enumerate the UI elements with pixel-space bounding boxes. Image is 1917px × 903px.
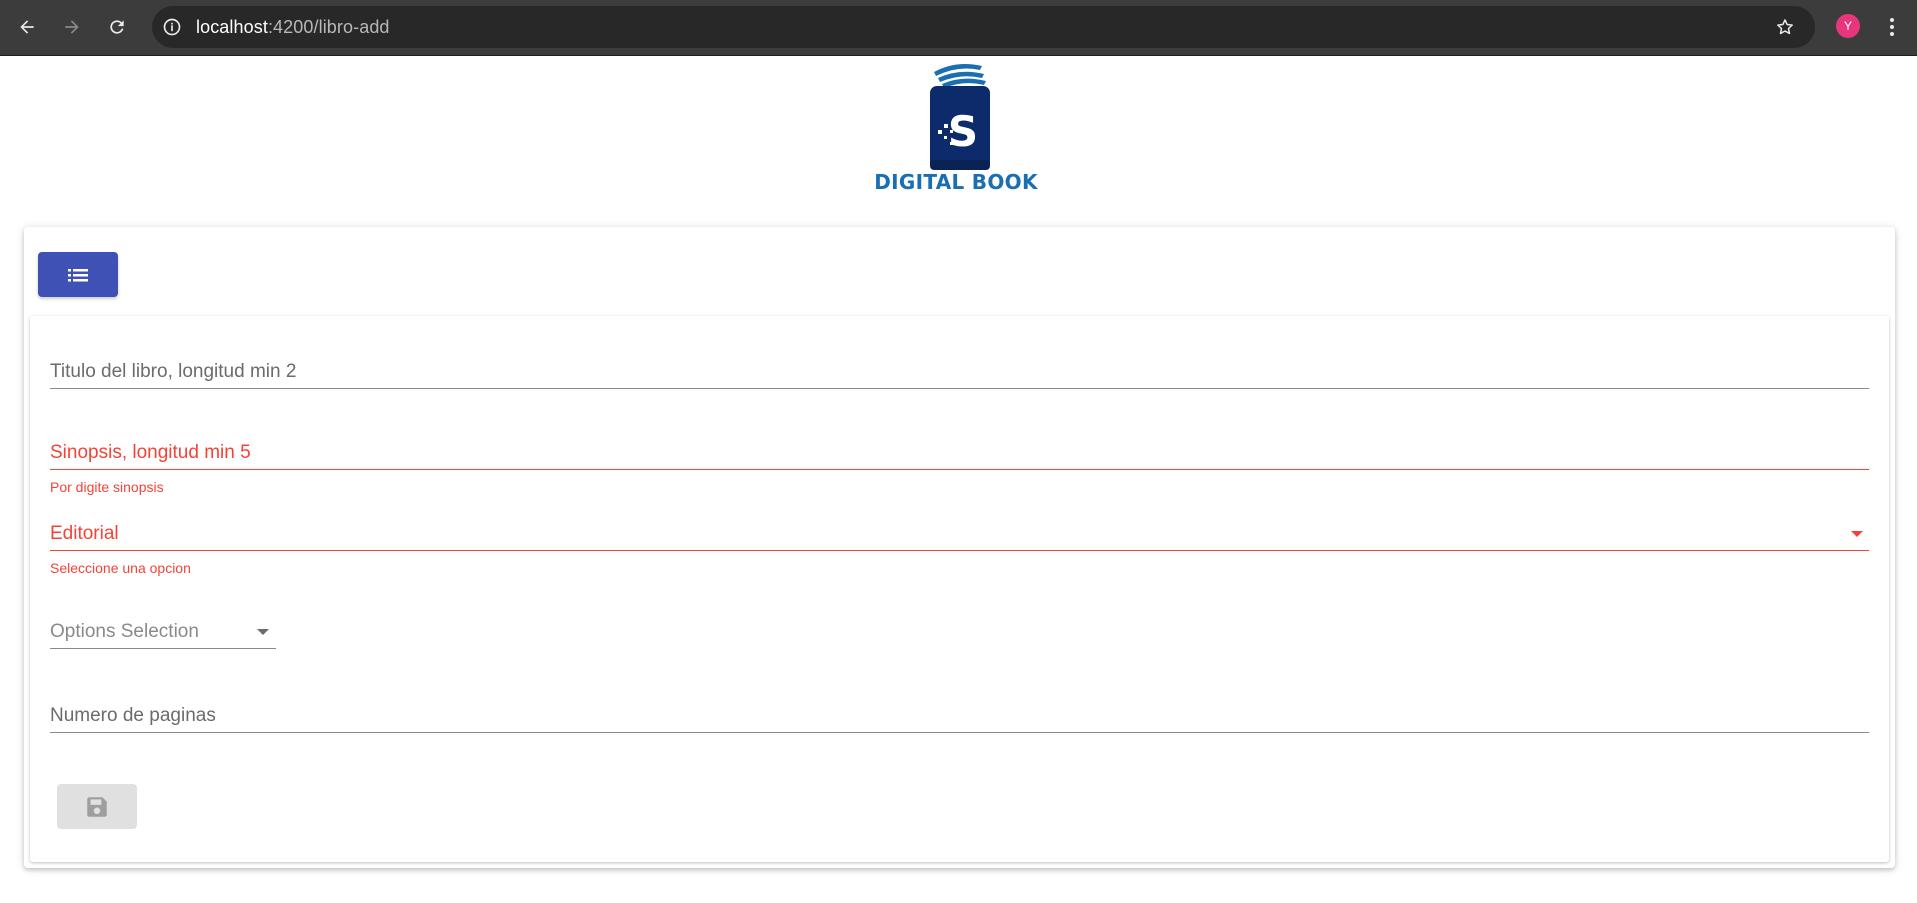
digital-book-logo: S DIGITAL BOOK xyxy=(866,60,1046,200)
editorial-underline xyxy=(50,550,1869,551)
profile-avatar[interactable]: Y xyxy=(1836,14,1860,38)
floppy-disk-icon xyxy=(87,796,107,817)
paginas-label: Numero de paginas xyxy=(50,705,216,726)
list-books-button[interactable] xyxy=(38,252,118,297)
options-select[interactable]: Options Selection xyxy=(50,614,276,654)
paginas-underline xyxy=(50,732,1869,733)
titulo-label: Titulo del libro, longitud min 2 xyxy=(50,361,297,382)
site-info-icon[interactable] xyxy=(162,17,182,37)
reload-icon xyxy=(110,20,124,34)
chevron-down-icon xyxy=(257,629,269,635)
form-container: Titulo del libro, longitud min 2 Sinopsi… xyxy=(30,316,1889,862)
sinopsis-field[interactable]: Sinopsis, longitud min 5 Por digite sino… xyxy=(50,435,1869,503)
titulo-underline xyxy=(50,388,1869,389)
back-button[interactable] xyxy=(13,13,41,41)
logo-text: DIGITAL BOOK xyxy=(874,170,1038,194)
reload-button[interactable] xyxy=(103,13,131,41)
chevron-down-icon xyxy=(1851,531,1863,537)
url-text[interactable]: localhost:4200/libro-add xyxy=(196,17,390,38)
browser-toolbar: localhost:4200/libro-add Y xyxy=(0,0,1917,56)
save-button[interactable] xyxy=(57,784,137,829)
bookmark-star-icon[interactable] xyxy=(1775,17,1795,37)
book-logo-icon: S xyxy=(930,64,990,170)
editorial-error: Seleccione una opcion xyxy=(50,560,191,576)
options-label: Options Selection xyxy=(50,621,199,642)
url-host: localhost xyxy=(196,17,268,37)
logo-letter: S xyxy=(948,107,978,156)
book-form-card: Titulo del libro, longitud min 2 Sinopsi… xyxy=(24,227,1895,868)
sinopsis-label: Sinopsis, longitud min 5 xyxy=(50,442,251,463)
options-underline xyxy=(50,648,276,649)
paginas-field[interactable]: Numero de paginas xyxy=(50,698,1869,738)
url-path: :4200/libro-add xyxy=(267,17,390,37)
sinopsis-error: Por digite sinopsis xyxy=(50,479,164,495)
editorial-select[interactable]: Editorial Seleccione una opcion xyxy=(50,516,1869,584)
forward-button[interactable] xyxy=(58,13,86,41)
titulo-field[interactable]: Titulo del libro, longitud min 2 xyxy=(50,354,1869,394)
browser-menu-icon[interactable] xyxy=(1882,14,1902,40)
arrow-left-icon xyxy=(20,20,34,34)
address-bar[interactable]: localhost:4200/libro-add xyxy=(152,6,1815,48)
editorial-label: Editorial xyxy=(50,523,119,544)
format-list-icon xyxy=(68,268,88,281)
sinopsis-underline xyxy=(50,469,1869,470)
arrow-right-icon xyxy=(65,20,79,34)
